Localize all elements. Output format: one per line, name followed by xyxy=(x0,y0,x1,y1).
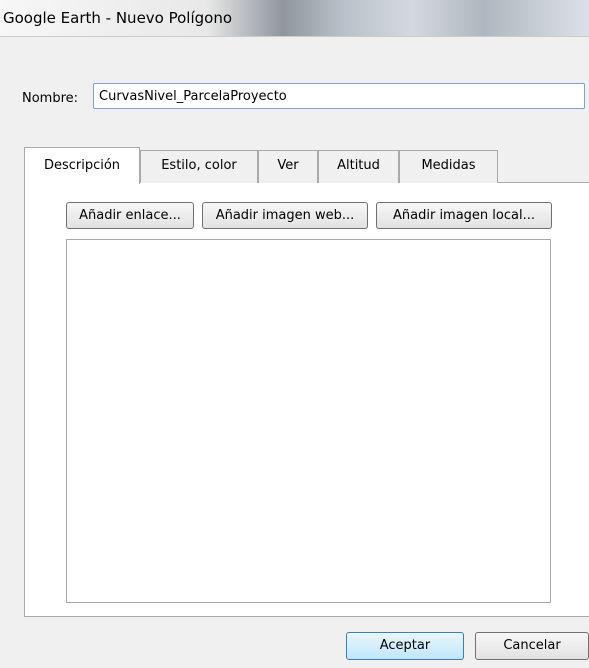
add-link-button[interactable]: Añadir enlace... xyxy=(66,202,194,229)
window-title: Google Earth - Nuevo Polígono xyxy=(3,9,233,27)
name-input[interactable] xyxy=(93,83,585,109)
tab-measurements[interactable]: Medidas xyxy=(399,150,498,183)
tab-altitude[interactable]: Altitud xyxy=(318,150,399,183)
cancel-button[interactable]: Cancelar xyxy=(475,632,589,660)
add-web-image-button[interactable]: Añadir imagen web... xyxy=(202,202,368,229)
add-local-image-button[interactable]: Añadir imagen local... xyxy=(376,202,552,229)
accept-button[interactable]: Aceptar xyxy=(346,632,464,660)
description-textarea[interactable] xyxy=(66,239,551,603)
name-label: Nombre: xyxy=(22,91,79,106)
new-polygon-dialog: Google Earth - Nuevo Polígono Nombre: De… xyxy=(0,0,589,668)
tab-view[interactable]: Ver xyxy=(258,150,318,183)
tab-description[interactable]: Descripción xyxy=(24,147,140,184)
tab-style-color[interactable]: Estilo, color xyxy=(140,150,258,183)
title-bar[interactable]: Google Earth - Nuevo Polígono xyxy=(0,0,589,37)
